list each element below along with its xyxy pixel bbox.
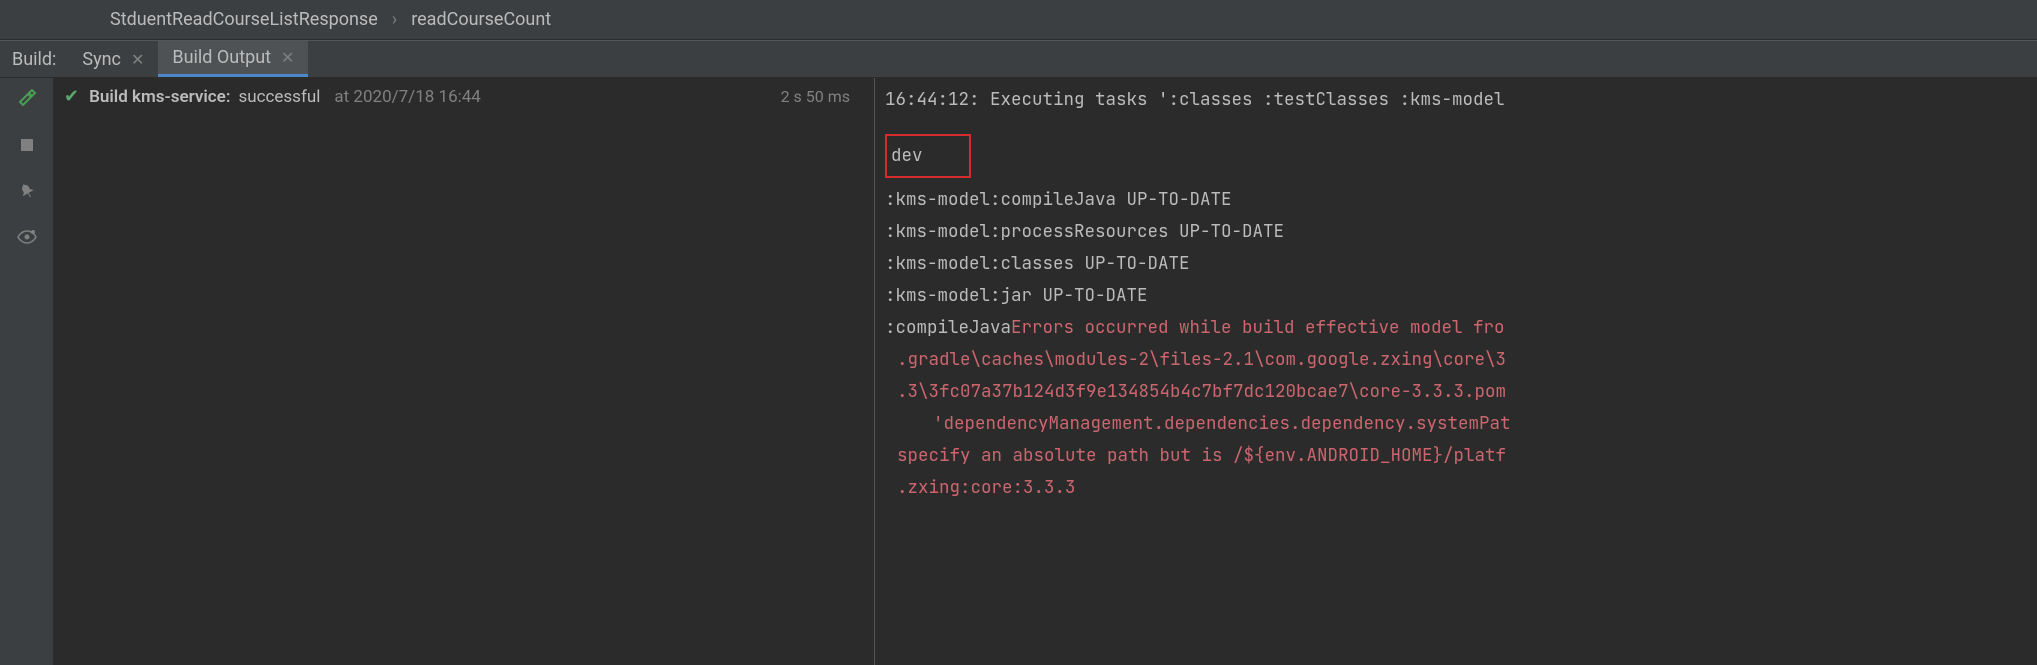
error-text: .zxing:core:3.3.3	[885, 472, 2037, 504]
tool-gutter	[0, 78, 54, 665]
close-icon[interactable]: ✕	[281, 48, 294, 67]
stop-icon[interactable]	[16, 134, 38, 156]
console-line: :compileJavaErrors occurred while build …	[885, 312, 2037, 344]
check-icon: ✔	[64, 86, 79, 107]
breadcrumb-class[interactable]: StduentReadCourseListResponse	[110, 9, 378, 30]
console-output[interactable]: 16:44:12: Executing tasks ':classes :tes…	[874, 78, 2037, 665]
console-line: :kms-model:processResources UP-TO-DATE	[885, 216, 2037, 248]
build-title: Build kms-service:	[89, 87, 230, 107]
breadcrumb: StduentReadCourseListResponse › readCour…	[0, 0, 2037, 40]
build-duration: 2 s 50 ms	[781, 87, 864, 106]
build-timestamp: at 2020/7/18 16:44	[334, 87, 480, 107]
chevron-right-icon: ›	[392, 9, 397, 30]
pin-icon[interactable]	[16, 180, 38, 202]
close-icon[interactable]: ✕	[131, 50, 144, 69]
tab-label: Build Output	[172, 47, 271, 68]
tab-label: Sync	[82, 49, 121, 70]
build-status: successful	[238, 87, 320, 107]
error-text: Errors occurred while build effective mo…	[1011, 316, 1505, 339]
error-text: .gradle\caches\modules-2\files-2.1\com.g…	[885, 344, 2037, 376]
hammer-icon[interactable]	[16, 88, 38, 110]
eye-icon[interactable]	[16, 226, 38, 248]
breadcrumb-member[interactable]: readCourseCount	[411, 9, 551, 30]
tab-build-output[interactable]: Build Output ✕	[158, 41, 308, 77]
console-line: :kms-model:jar UP-TO-DATE	[885, 280, 2037, 312]
build-tabs-bar: Build: Sync ✕ Build Output ✕	[0, 40, 2037, 78]
main-area: ✔ Build kms-service: successful at 2020/…	[0, 78, 2037, 665]
highlighted-text: dev	[885, 134, 971, 178]
console-line: :kms-model:compileJava UP-TO-DATE	[885, 184, 2037, 216]
build-tree-panel: ✔ Build kms-service: successful at 2020/…	[54, 78, 874, 665]
build-label: Build:	[0, 41, 68, 77]
error-text: .3\3fc07a37b124d3f9e134854b4c7bf7dc120bc…	[885, 376, 2037, 408]
error-text: 'dependencyManagement.dependencies.depen…	[885, 408, 2037, 440]
console-line: :kms-model:classes UP-TO-DATE	[885, 248, 2037, 280]
tab-sync[interactable]: Sync ✕	[68, 41, 158, 77]
build-result-row[interactable]: ✔ Build kms-service: successful at 2020/…	[64, 86, 864, 107]
console-line: 16:44:12: Executing tasks ':classes :tes…	[885, 84, 2037, 116]
error-text: specify an absolute path but is /${env.A…	[885, 440, 2037, 472]
